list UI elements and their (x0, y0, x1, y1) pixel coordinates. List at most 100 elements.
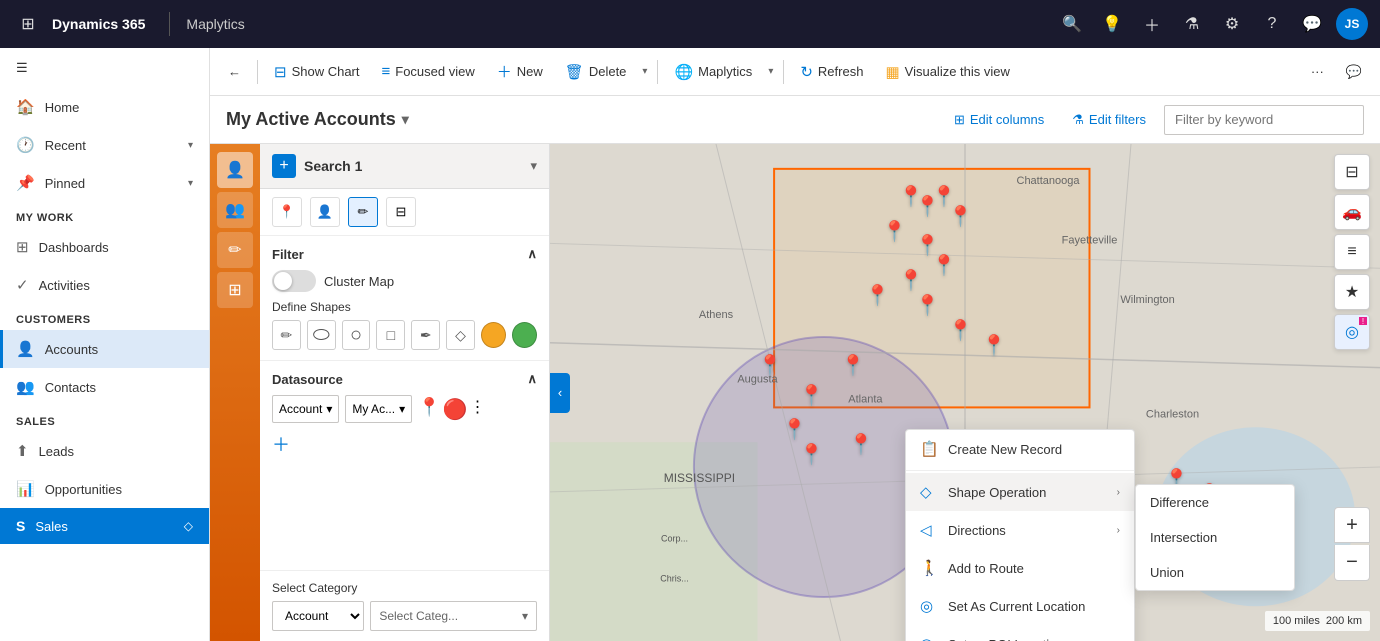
maplytics-chevron-icon[interactable]: ▾ (764, 60, 777, 83)
filter-collapse-icon[interactable]: ∧ (527, 246, 537, 262)
map-marker-icon[interactable]: ✏ (217, 232, 253, 268)
filter-icon[interactable]: ⚗ (1176, 8, 1208, 40)
my-accounts-select[interactable]: My Ac... ▾ (345, 395, 412, 423)
sidebar-item-accounts[interactable]: 👤 Accounts (0, 330, 209, 368)
person-location-icon[interactable]: 👤 (310, 197, 340, 227)
table-icon[interactable]: ⊟ (386, 197, 416, 227)
grid-icon[interactable]: ⊞ (217, 272, 253, 308)
sidebar-item-recent[interactable]: 🕐 Recent ▾ (0, 126, 209, 164)
user-avatar[interactable]: JS (1336, 8, 1368, 40)
color-orange[interactable] (481, 322, 506, 348)
ctx-add-to-route[interactable]: 🚶 Add to Route (906, 549, 1134, 587)
maplytics-button[interactable]: 🌐 Maplytics (664, 57, 762, 87)
add-datasource-button[interactable]: ＋ (272, 431, 537, 457)
search-icon[interactable]: 🔍 (1056, 8, 1088, 40)
ctx-shape-operation[interactable]: ◇ Shape Operation › (906, 473, 1134, 511)
color-green[interactable] (512, 322, 537, 348)
datasource-collapse-icon[interactable]: ∧ (527, 371, 537, 387)
ctx-set-current-location[interactable]: ◎ Set As Current Location (906, 587, 1134, 625)
map-star-btn[interactable]: ★ (1334, 274, 1370, 310)
help-icon[interactable]: ? (1256, 8, 1288, 40)
refresh-button[interactable]: ↻ Refresh (790, 57, 873, 87)
apps-grid-icon[interactable]: ⊞ (12, 8, 44, 40)
map-pin-13[interactable]: 📍 (841, 353, 866, 378)
visualize-button[interactable]: ▦ Visualize this view (875, 57, 1019, 87)
map-pin-22[interactable]: 📍 (799, 383, 824, 408)
sidebar-item-home[interactable]: 🏠 Home (0, 88, 209, 126)
map-pin-10[interactable]: 📍 (915, 293, 940, 318)
map-pin-11[interactable]: 📍 (948, 318, 973, 343)
account-category-select[interactable]: Account (272, 601, 364, 631)
delete-chevron-icon[interactable]: ▾ (638, 60, 651, 83)
map-route-btn[interactable]: 🚗 (1334, 194, 1370, 230)
circle-shape-btn[interactable]: ○ (342, 320, 371, 350)
edit-pen-icon[interactable]: ✏ (348, 197, 378, 227)
sidebar-sales-label: Sales (35, 519, 68, 534)
ctx-set-poi-location[interactable]: ◎ Set as POI Location (906, 625, 1134, 641)
panel-toggle-button[interactable]: ‹ (550, 373, 570, 413)
pencil-shape-btn[interactable]: ✏ (272, 320, 301, 350)
toggle-knob (274, 272, 292, 290)
eraser-shape-btn[interactable]: ◇ (446, 320, 475, 350)
map-pin-8[interactable]: 📍 (899, 268, 924, 293)
zoom-in-button[interactable]: + (1334, 507, 1370, 543)
map-pin-blue-1[interactable]: 📍 (849, 432, 874, 457)
sidebar-item-dashboards[interactable]: ⊞ Dashboards (0, 228, 209, 266)
map-pin-12[interactable]: 📍 (982, 333, 1007, 358)
oval-shape-btn[interactable]: ⬭ (307, 320, 336, 350)
map-layer-btn[interactable]: ⊟ (1334, 154, 1370, 190)
submenu-difference[interactable]: Difference (1136, 485, 1294, 520)
sidebar-item-contacts[interactable]: 👥 Contacts (0, 368, 209, 406)
group-pin-icon[interactable]: 👥 (217, 192, 253, 228)
lightbulb-icon[interactable]: 💡 (1096, 8, 1128, 40)
map-pin-7[interactable]: 📍 (932, 253, 957, 278)
settings-icon[interactable]: ⚙ (1216, 8, 1248, 40)
edit-columns-button[interactable]: ⊞ Edit columns (944, 107, 1054, 133)
edit-filters-button[interactable]: ⚗ Edit filters (1062, 107, 1156, 133)
cluster-map-toggle[interactable] (272, 270, 316, 292)
toolbar-divider-2 (657, 60, 658, 84)
select-categ-dropdown[interactable]: Select Categ... ▾ (370, 601, 537, 631)
filter-keyword-input[interactable] (1164, 105, 1364, 135)
map-location-btn[interactable]: ◎ ! (1334, 314, 1370, 350)
add-search-button[interactable]: + (272, 154, 296, 178)
map-pin-9[interactable]: 📍 (865, 283, 890, 308)
sidebar-item-pinned[interactable]: 📌 Pinned ▾ (0, 164, 209, 202)
more-button[interactable]: ··· (1301, 58, 1334, 85)
square-shape-btn[interactable]: □ (376, 320, 405, 350)
map-pin-4[interactable]: 📍 (948, 204, 973, 229)
account-select[interactable]: Account ▾ (272, 395, 339, 423)
title-chevron-icon[interactable]: ▾ (402, 111, 409, 128)
chat-icon[interactable]: 💬 (1296, 8, 1328, 40)
focused-view-button[interactable]: ≡ Focused view (372, 57, 485, 86)
zoom-out-button[interactable]: − (1334, 545, 1370, 581)
sidebar-item-activities[interactable]: ✓ Activities (0, 266, 209, 304)
map-pin-5[interactable]: 📍 (882, 219, 907, 244)
map-list-btn[interactable]: ≡ (1334, 234, 1370, 270)
map-pin-14[interactable]: 📍 (782, 417, 807, 442)
location-pin-icon[interactable]: 📍 (272, 197, 302, 227)
new-button[interactable]: ＋ New (487, 55, 553, 88)
ctx-directions[interactable]: ◁ Directions › (906, 511, 1134, 549)
sidebar-item-opportunities[interactable]: 📊 Opportunities (0, 470, 209, 508)
back-button[interactable]: ← (218, 58, 251, 85)
datasource-section-label: Datasource ∧ (272, 371, 537, 387)
search-panel-chevron-icon[interactable]: ▾ (530, 158, 537, 174)
sidebar-item-sales[interactable]: S Sales ◇ (0, 508, 209, 544)
marker-shape-btn[interactable]: ✒ (411, 320, 440, 350)
hamburger-icon[interactable]: ☰ (0, 48, 209, 88)
show-chart-button[interactable]: ⊟ Show Chart (264, 57, 370, 87)
add-icon[interactable]: ＋ (1136, 8, 1168, 40)
sub-header: My Active Accounts ▾ ⊞ Edit columns ⚗ Ed… (210, 96, 1380, 144)
ctx-create-new-record[interactable]: 📋 Create New Record (906, 430, 1134, 468)
map-pin-15[interactable]: 📍 (799, 442, 824, 467)
chat-panel-button[interactable]: 💬 (1336, 58, 1372, 86)
sidebar-accounts-label: Accounts (45, 342, 98, 357)
datasource-more-icon[interactable]: ⋮ (469, 397, 485, 422)
sidebar-item-leads[interactable]: ⬆ Leads (0, 432, 209, 470)
person-pin-icon[interactable]: 👤 (217, 152, 253, 188)
map-pin-23[interactable]: 📍 (758, 353, 783, 378)
submenu-union[interactable]: Union (1136, 555, 1294, 590)
submenu-intersection[interactable]: Intersection (1136, 520, 1294, 555)
delete-button[interactable]: 🗑 Delete (555, 57, 637, 87)
